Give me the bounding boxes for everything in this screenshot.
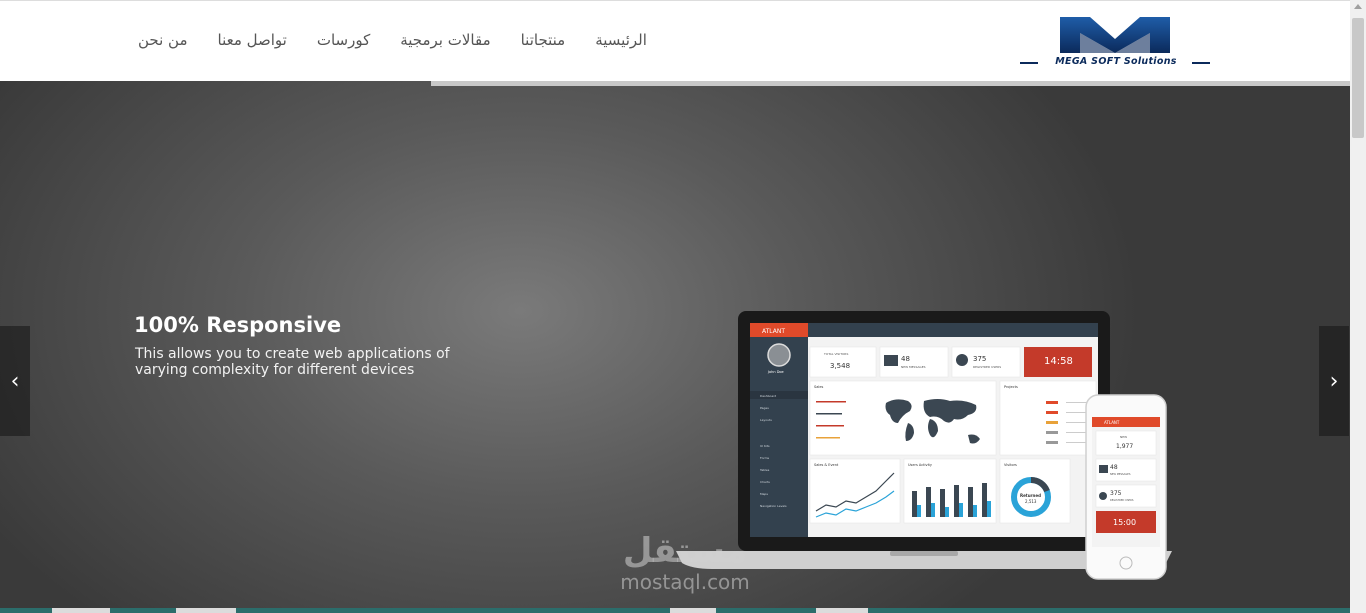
svg-text:3,548: 3,548 bbox=[830, 362, 850, 370]
dash-menu-item: Forms bbox=[760, 456, 770, 460]
hero-description: This allows you to create web applicatio… bbox=[135, 346, 450, 378]
dash-menu-item: UI Kits bbox=[760, 444, 770, 448]
dash-brand: ATLANT bbox=[762, 328, 785, 335]
dash-sales-panel bbox=[809, 380, 997, 456]
slider-next-button[interactable]: › bbox=[1319, 326, 1349, 436]
page-scrollbar[interactable] bbox=[1350, 0, 1366, 613]
hero-top-strip bbox=[431, 81, 1350, 86]
svg-text:NEW MESSAGES: NEW MESSAGES bbox=[1110, 472, 1131, 476]
dash-menu-item: Maps bbox=[760, 492, 768, 496]
slider-prev-button[interactable]: ‹ bbox=[0, 326, 30, 436]
svg-text:Users Activity: Users Activity bbox=[908, 463, 932, 467]
nav-link-articles[interactable]: مقالات برمجية bbox=[400, 31, 490, 57]
svg-text:2,513: 2,513 bbox=[1025, 499, 1037, 504]
chevron-left-icon: ‹ bbox=[10, 368, 20, 394]
bottom-strip bbox=[0, 608, 1350, 613]
dash-menu-item: Tables bbox=[759, 468, 770, 472]
logo-text: MEGA SOFT Solutions bbox=[1055, 56, 1177, 67]
svg-text:1,977: 1,977 bbox=[1116, 443, 1133, 450]
nav-link-home[interactable]: الرئيسية bbox=[595, 31, 647, 57]
watermark-latin: mostaql.com bbox=[620, 570, 750, 594]
svg-text:48: 48 bbox=[901, 355, 910, 363]
nav-link-courses[interactable]: كورسات bbox=[317, 31, 370, 57]
svg-text:NEW: NEW bbox=[1120, 435, 1127, 439]
dash-menu-item: Charts bbox=[760, 480, 770, 484]
svg-text:48: 48 bbox=[1110, 464, 1118, 471]
svg-text:Visitors: Visitors bbox=[1004, 463, 1017, 467]
svg-text:14:58: 14:58 bbox=[1044, 356, 1073, 367]
svg-text:REGISTRED USERS: REGISTRED USERS bbox=[973, 365, 1001, 369]
svg-text:Sales & Event: Sales & Event bbox=[814, 463, 839, 467]
mostaql-watermark: مستقل mostaql.com bbox=[600, 531, 770, 593]
svg-text:Projects: Projects bbox=[1004, 385, 1018, 389]
dash-menu-item: Layouts bbox=[760, 418, 772, 422]
nav-link-products[interactable]: منتجاتنا bbox=[521, 31, 566, 57]
dash-user-name: John Doe bbox=[767, 370, 784, 374]
dash-menu-item: Navigation Levels bbox=[760, 504, 787, 508]
svg-text:NEW MESSAGES: NEW MESSAGES bbox=[901, 365, 926, 369]
svg-text:ATLANT: ATLANT bbox=[1104, 420, 1120, 425]
top-navbar: من نحن تواصل معنا كورسات مقالات برمجية م… bbox=[0, 0, 1350, 81]
svg-text:REGISTRED USERS: REGISTRED USERS bbox=[1110, 498, 1134, 502]
svg-text:375: 375 bbox=[973, 355, 986, 363]
site-logo[interactable]: MEGA SOFT Solutions bbox=[1018, 15, 1212, 71]
dash-avatar bbox=[767, 343, 791, 367]
svg-text:Sales: Sales bbox=[814, 385, 823, 389]
dash-menu-item: Dashboard bbox=[760, 394, 776, 398]
hero-slider: 100% Responsive This allows you to creat… bbox=[0, 81, 1350, 613]
laptop-notch bbox=[890, 551, 958, 556]
svg-text:15:00: 15:00 bbox=[1113, 518, 1136, 527]
hero-title: 100% Responsive bbox=[134, 313, 342, 337]
svg-text:TOTAL VISITORS: TOTAL VISITORS bbox=[823, 352, 848, 356]
phone-mockup: ATLANT NEW 1,977 48 NEW MESSAGES 375 REG… bbox=[1085, 394, 1167, 580]
dash-menu-item: Pages bbox=[760, 406, 769, 410]
nav-link-about[interactable]: من نحن bbox=[138, 31, 188, 57]
scroll-up-icon[interactable] bbox=[1354, 4, 1362, 9]
chevron-right-icon: › bbox=[1329, 368, 1339, 394]
scroll-thumb[interactable] bbox=[1352, 18, 1364, 138]
watermark-arabic: مستقل bbox=[622, 531, 748, 571]
nav-link-contact[interactable]: تواصل معنا bbox=[218, 31, 287, 57]
svg-text:Returned: Returned bbox=[1020, 493, 1041, 498]
main-nav: من نحن تواصل معنا كورسات مقالات برمجية م… bbox=[138, 31, 647, 57]
svg-text:375: 375 bbox=[1110, 490, 1122, 497]
